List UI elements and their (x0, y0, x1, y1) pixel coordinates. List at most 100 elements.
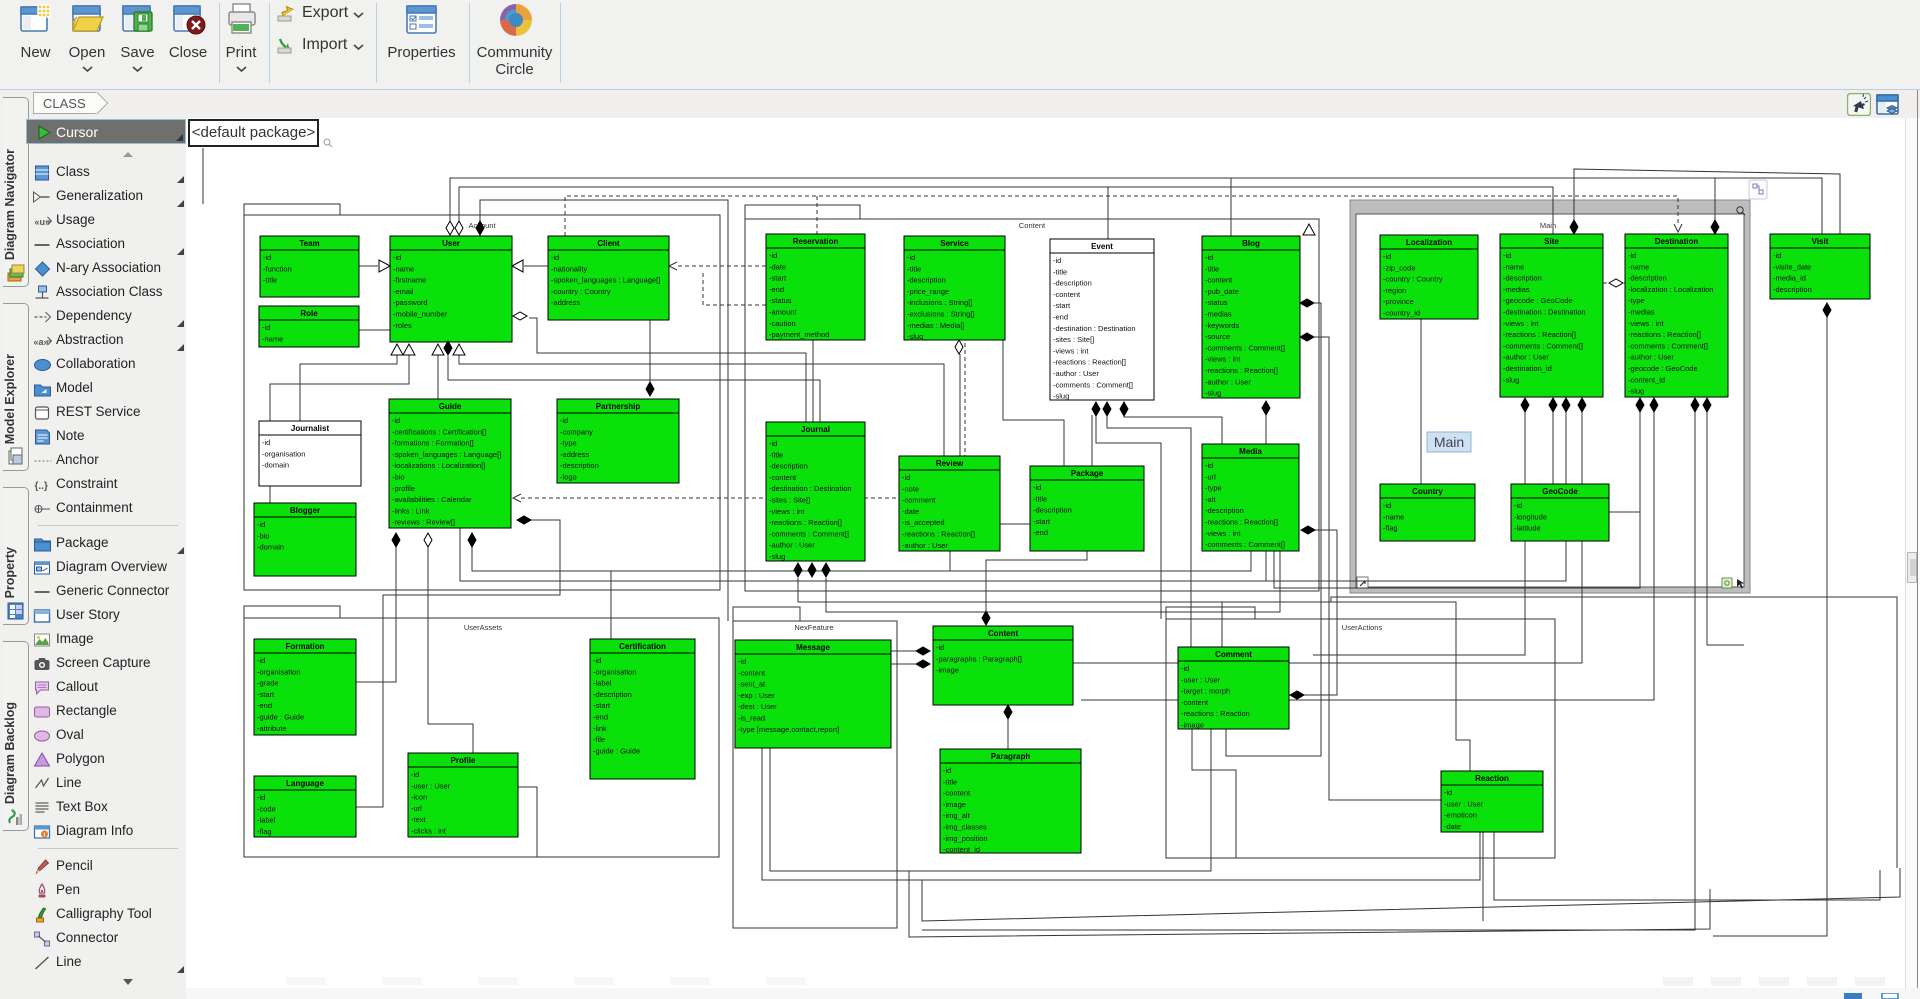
svg-text:-mobile_number: -mobile_number (393, 310, 448, 319)
svg-text:-availabilities : Calendar: -availabilities : Calendar (392, 495, 472, 504)
svg-text:Reservation: Reservation (793, 237, 839, 246)
svg-text:-description: -description (1628, 274, 1667, 283)
svg-text:-latitude: -latitude (1514, 524, 1541, 533)
svg-text:-link: -link (593, 724, 607, 733)
svg-text:-image: -image (1181, 721, 1204, 730)
svg-text:-content_id: -content_id (1628, 375, 1665, 384)
svg-text:-is_accepted: -is_accepted (902, 518, 945, 527)
svg-text:Service: Service (940, 239, 969, 248)
svg-text:Blogger: Blogger (290, 506, 320, 515)
svg-text:Client: Client (597, 239, 620, 248)
svg-text:Role: Role (300, 309, 318, 318)
svg-text:-medias: -medias (1628, 308, 1655, 317)
svg-text:-destination : Destination: -destination : Destination (769, 484, 852, 493)
svg-text:-id: -id (1205, 253, 1213, 262)
svg-text:-comments : Comment[]: -comments : Comment[] (1053, 380, 1133, 389)
svg-text:Language: Language (286, 779, 324, 788)
svg-text:User: User (442, 239, 460, 248)
svg-text:-title: -title (1205, 264, 1219, 273)
svg-text:-id: -id (769, 439, 777, 448)
svg-text:-bio: -bio (392, 473, 405, 482)
svg-text:-status: -status (1205, 298, 1228, 307)
svg-text:-image: -image (943, 800, 966, 809)
svg-text:-title: -title (943, 777, 957, 786)
svg-text:-title: -title (769, 450, 783, 459)
svg-text:-img_alt: -img_alt (943, 811, 971, 820)
svg-text:-id: -id (560, 416, 568, 425)
svg-text:-name: -name (393, 264, 414, 273)
svg-text:-file: -file (593, 735, 605, 744)
svg-text:-start: -start (1033, 517, 1051, 526)
svg-text:-password: -password (393, 298, 428, 307)
svg-text:-clicks : int: -clicks : int (411, 827, 447, 836)
svg-text:-sites : Site[]: -sites : Site[] (1053, 335, 1094, 344)
svg-text:-views : int: -views : int (1503, 319, 1539, 328)
svg-text:-id: -id (392, 416, 400, 425)
svg-text:-date: -date (1444, 822, 1461, 831)
svg-text:-sent_at: -sent_at (738, 680, 766, 689)
svg-text:-reactions : Reaction[]: -reactions : Reaction[] (769, 518, 842, 527)
svg-text:-views : int: -views : int (1205, 529, 1241, 538)
svg-text:-logo: -logo (560, 473, 577, 482)
svg-text:-is_read: -is_read (738, 714, 765, 723)
svg-text:-note: -note (902, 484, 919, 493)
svg-text:-function: -function (263, 264, 292, 273)
svg-text:-type: -type (1628, 296, 1645, 305)
svg-text:-description: -description (1053, 279, 1092, 288)
svg-text:-alt: -alt (1205, 495, 1216, 504)
svg-text:-end: -end (257, 701, 272, 710)
svg-text:-start: -start (257, 690, 275, 699)
svg-text:-id: -id (907, 253, 915, 262)
svg-text:-url: -url (411, 804, 422, 813)
svg-text:-paragraphs : Paragraph[]: -paragraphs : Paragraph[] (936, 654, 1022, 663)
svg-text:-guide : Guide: -guide : Guide (593, 746, 640, 755)
svg-text:-profile: -profile (392, 484, 415, 493)
svg-text:-flag: -flag (257, 827, 272, 836)
svg-text:-reactions : Reaction[]: -reactions : Reaction[] (1628, 330, 1701, 339)
svg-text:-name: -name (1383, 512, 1404, 521)
svg-text:-medias: -medias (1503, 285, 1530, 294)
svg-text:-id: -id (257, 520, 265, 529)
svg-text:-id: -id (1503, 251, 1511, 260)
svg-text:-image: -image (936, 666, 959, 675)
svg-text:-description: -description (1503, 274, 1542, 283)
svg-text:Message: Message (796, 643, 830, 652)
svg-text:Media: Media (1239, 447, 1262, 456)
svg-text:-description: -description (907, 276, 946, 285)
svg-text:Reaction: Reaction (1475, 774, 1509, 783)
svg-text:Main: Main (1434, 434, 1464, 450)
svg-text:-bio: -bio (257, 531, 270, 540)
svg-text:-id: -id (902, 473, 910, 482)
svg-text:-id: -id (262, 438, 270, 447)
svg-text:-slug: -slug (1053, 392, 1069, 401)
svg-text:-medias : Media[]: -medias : Media[] (907, 321, 965, 330)
svg-text:-reactions : Reaction[]: -reactions : Reaction[] (1503, 330, 1576, 339)
svg-text:-address: -address (560, 450, 589, 459)
svg-text:-end: -end (593, 713, 608, 722)
svg-text:-author : User: -author : User (902, 541, 948, 550)
svg-text:-title: -title (1053, 267, 1067, 276)
svg-text:-id: -id (1383, 252, 1391, 261)
svg-text:-author : User: -author : User (1053, 369, 1099, 378)
svg-text:-grade: -grade (257, 679, 279, 688)
svg-text:-region: -region (1383, 286, 1406, 295)
svg-text:-id: -id (1514, 501, 1522, 510)
svg-text:-reactions : Reaction[]: -reactions : Reaction[] (1205, 366, 1278, 375)
svg-text:Visit: Visit (1812, 237, 1829, 246)
svg-text:-slug: -slug (1205, 389, 1221, 398)
svg-text:-zip_code: -zip_code (1383, 263, 1416, 272)
svg-text:Main: Main (1540, 221, 1556, 230)
svg-text:Review: Review (936, 459, 964, 468)
svg-text:-content: -content (1205, 276, 1233, 285)
svg-text:-label: -label (593, 679, 612, 688)
svg-text:-type [message,contact,report]: -type [message,contact,report] (738, 725, 839, 734)
svg-text:-date: -date (902, 507, 919, 516)
svg-text:-name: -name (1628, 262, 1649, 271)
svg-text:Blog: Blog (1242, 239, 1260, 248)
svg-text:-id: -id (1628, 251, 1636, 260)
svg-text:Package: Package (1071, 469, 1104, 478)
svg-text:-reactions : Reaction[]: -reactions : Reaction[] (1053, 358, 1126, 367)
svg-text:-description: -description (1773, 285, 1812, 294)
svg-text:-amount: -amount (769, 308, 797, 317)
svg-text:-comments : Comment[]: -comments : Comment[] (1205, 540, 1285, 549)
